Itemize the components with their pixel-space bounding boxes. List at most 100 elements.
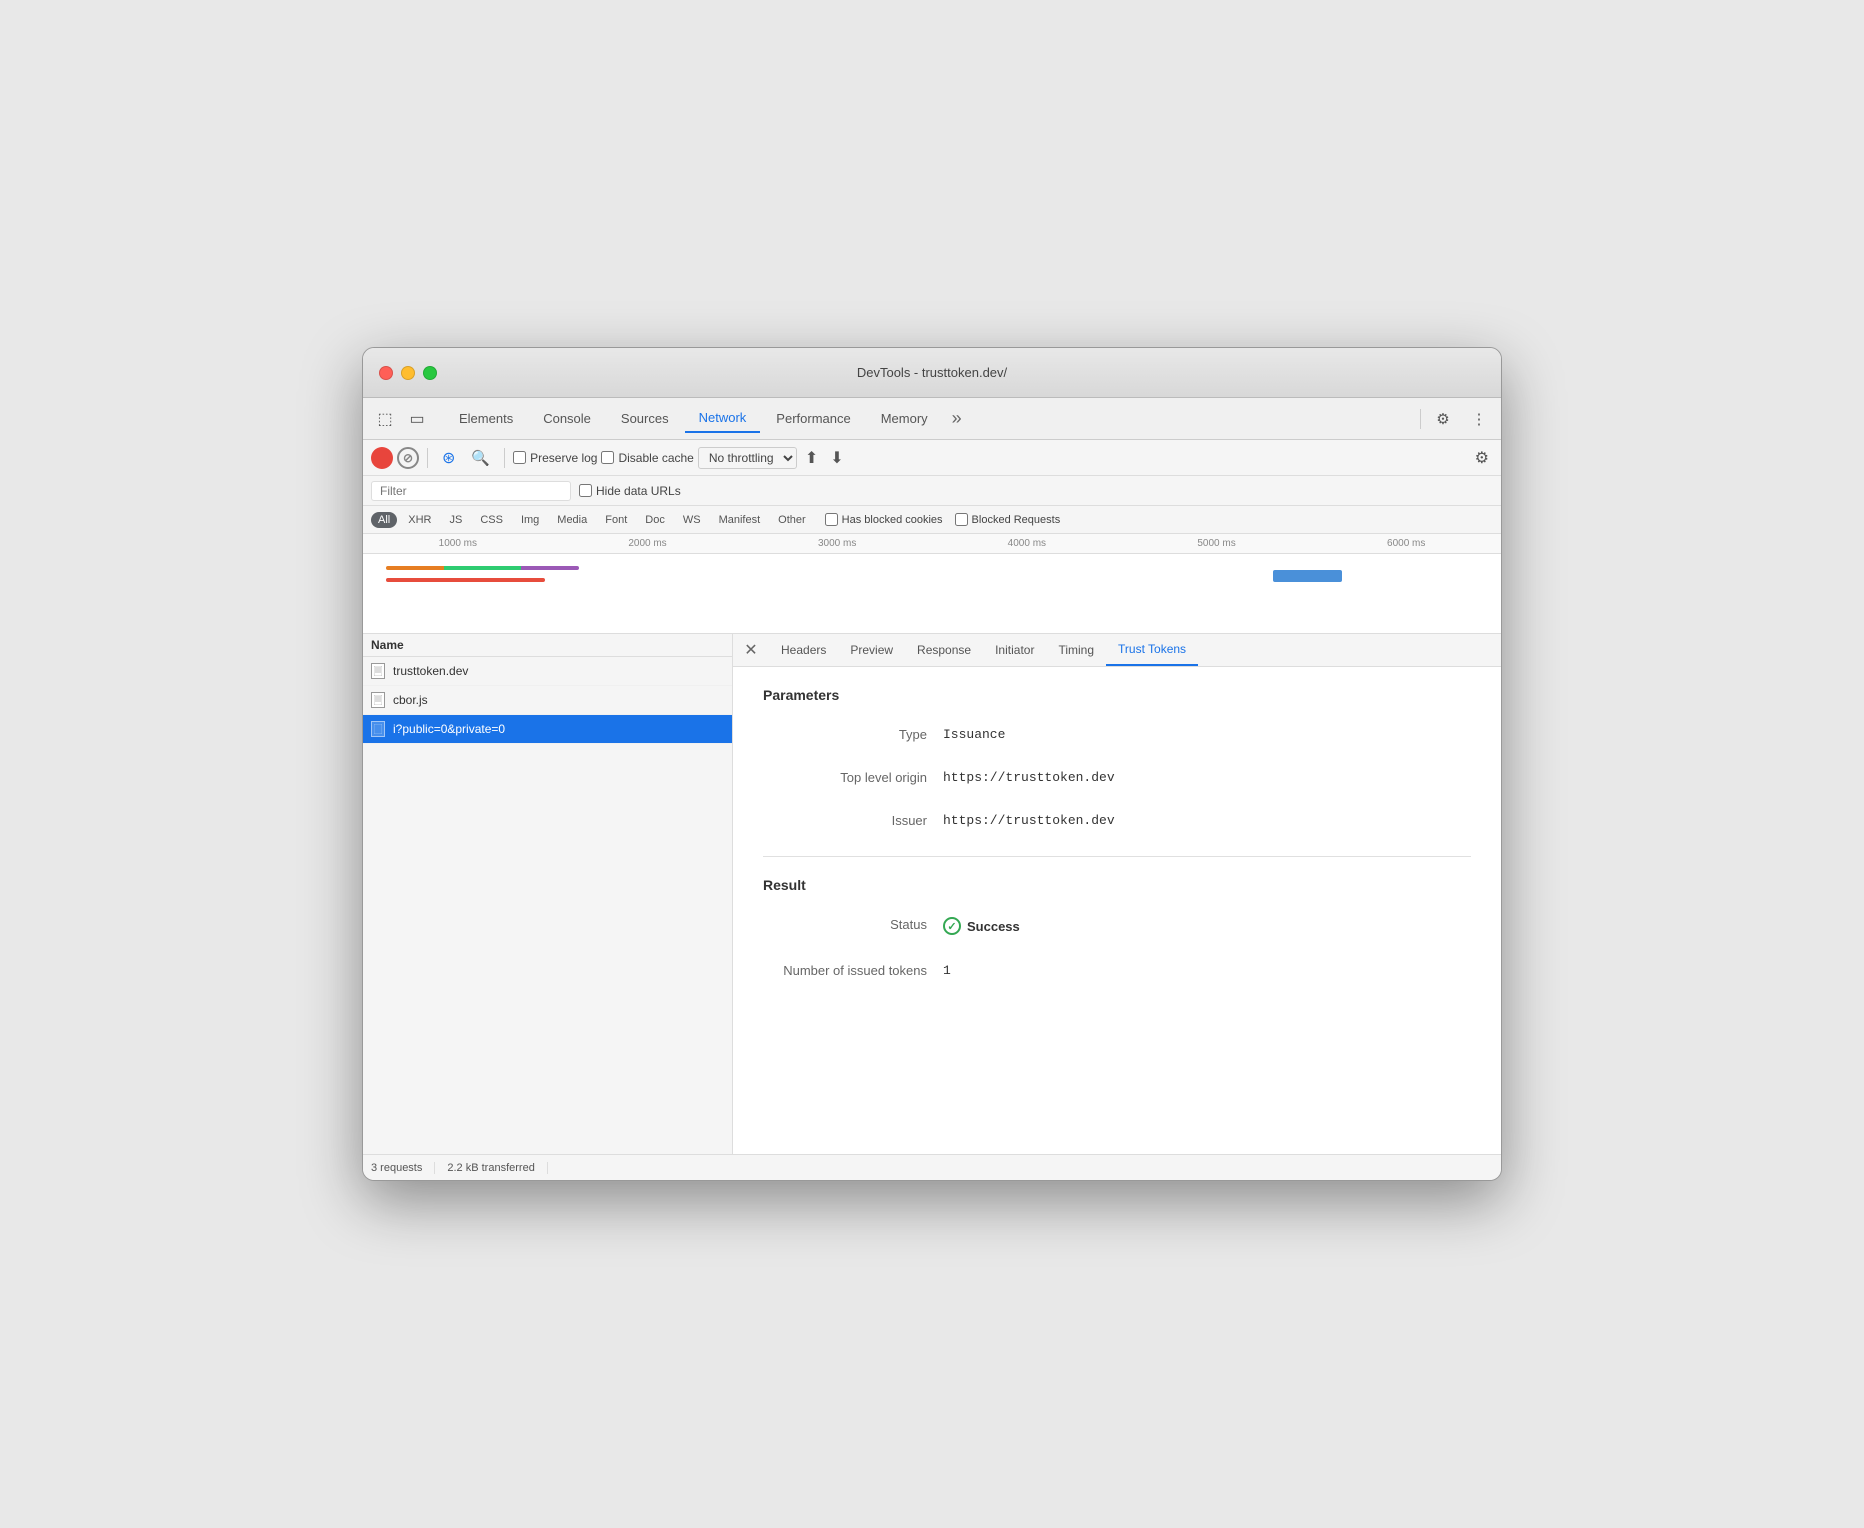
status-row: Status ✓ Success — [763, 917, 1471, 935]
parameters-section-title: Parameters — [763, 687, 1471, 703]
minimize-button[interactable] — [401, 366, 415, 380]
detail-tab-preview[interactable]: Preview — [838, 635, 905, 665]
toolbar-icons: ⬚ ▭ — [371, 405, 431, 433]
tick-6: 6000 ms — [1311, 538, 1501, 549]
hide-data-urls-label[interactable]: Hide data URLs — [579, 484, 681, 498]
maximize-button[interactable] — [423, 366, 437, 380]
transferred-size: 2.2 kB transferred — [435, 1162, 547, 1174]
issuer-label: Issuer — [763, 813, 943, 828]
detail-tab-timing[interactable]: Timing — [1046, 635, 1106, 665]
type-btn-ws[interactable]: WS — [676, 512, 708, 528]
tab-console[interactable]: Console — [529, 405, 605, 432]
type-btn-media[interactable]: Media — [550, 512, 594, 528]
status-bar: 3 requests 2.2 kB transferred — [363, 1154, 1501, 1180]
close-button[interactable] — [379, 366, 393, 380]
tick-2: 2000 ms — [553, 538, 743, 549]
issuer-row: Issuer https://trusttoken.dev — [763, 813, 1471, 828]
type-btn-xhr[interactable]: XHR — [401, 512, 438, 528]
has-blocked-cookies-checkbox[interactable] — [825, 513, 838, 526]
upload-icon-button[interactable]: ⬆ — [801, 446, 822, 470]
filter-button[interactable]: ⊛ — [436, 445, 461, 471]
device-icon-button[interactable]: ▭ — [403, 405, 431, 433]
filter-input[interactable] — [371, 481, 571, 501]
network-toolbar: ⊘ ⊛ 🔍 Preserve log Disable cache No thro… — [363, 440, 1501, 476]
more-tabs-button[interactable]: » — [944, 404, 970, 433]
disable-cache-checkbox[interactable] — [601, 451, 614, 464]
throttle-select[interactable]: No throttling — [698, 447, 797, 469]
detail-content: Parameters Type Issuance Top level origi… — [733, 667, 1501, 1154]
detail-tab-initiator[interactable]: Initiator — [983, 635, 1046, 665]
main-content: Name trusttoken.dev cbor.js i?public=0&p… — [363, 634, 1501, 1154]
type-btn-other[interactable]: Other — [771, 512, 813, 528]
type-row: Type Issuance — [763, 727, 1471, 742]
tick-1: 1000 ms — [363, 538, 553, 549]
tick-3: 3000 ms — [742, 538, 932, 549]
tick-5: 5000 ms — [1122, 538, 1312, 549]
status-text: Success — [967, 919, 1020, 934]
type-btn-all[interactable]: All — [371, 512, 397, 528]
close-panel-button[interactable]: ✕ — [741, 640, 761, 660]
divider — [1420, 409, 1421, 429]
success-icon: ✓ — [943, 917, 961, 935]
request-name-issue: i?public=0&private=0 — [393, 722, 724, 736]
request-icon-issue — [371, 721, 385, 737]
tokens-row: Number of issued tokens 1 — [763, 963, 1471, 978]
tab-memory[interactable]: Memory — [867, 405, 942, 432]
top-level-origin-value: https://trusttoken.dev — [943, 770, 1115, 785]
request-item-trusttoken[interactable]: trusttoken.dev — [363, 657, 732, 686]
status-value: ✓ Success — [943, 917, 1020, 935]
type-value: Issuance — [943, 727, 1005, 742]
cursor-icon-button[interactable]: ⬚ — [371, 405, 399, 433]
blocked-requests-checkbox[interactable] — [955, 513, 968, 526]
hide-data-urls-checkbox[interactable] — [579, 484, 592, 497]
detail-tabs: ✕ Headers Preview Response Initiator Tim… — [733, 634, 1501, 667]
result-section-title: Result — [763, 877, 1471, 893]
network-settings-button[interactable]: ⚙ — [1471, 446, 1493, 470]
detail-tab-headers[interactable]: Headers — [769, 635, 838, 665]
request-icon-cbor — [371, 692, 385, 708]
top-level-origin-row: Top level origin https://trusttoken.dev — [763, 770, 1471, 785]
tab-performance[interactable]: Performance — [762, 405, 864, 432]
type-btn-doc[interactable]: Doc — [638, 512, 672, 528]
type-label: Type — [763, 727, 943, 742]
divider1 — [427, 448, 428, 468]
main-tabs: ⬚ ▭ Elements Console Sources Network Per… — [363, 398, 1501, 440]
type-btn-js[interactable]: JS — [442, 512, 469, 528]
request-name-cbor: cbor.js — [393, 693, 724, 707]
issuer-value: https://trusttoken.dev — [943, 813, 1115, 828]
more-options-button[interactable]: ⋮ — [1465, 405, 1493, 433]
disable-cache-label[interactable]: Disable cache — [601, 451, 693, 465]
tab-network[interactable]: Network — [685, 404, 761, 433]
requests-count: 3 requests — [371, 1162, 435, 1174]
download-icon-button[interactable]: ⬇ — [826, 446, 847, 470]
type-btn-css[interactable]: CSS — [473, 512, 510, 528]
request-item-issue[interactable]: i?public=0&private=0 — [363, 715, 732, 744]
tab-sources[interactable]: Sources — [607, 405, 683, 432]
request-list-header: Name — [363, 634, 732, 657]
preserve-log-checkbox[interactable] — [513, 451, 526, 464]
record-button[interactable] — [371, 447, 393, 469]
has-blocked-cookies[interactable]: Has blocked cookies — [825, 513, 943, 526]
request-item-cbor[interactable]: cbor.js — [363, 686, 732, 715]
clear-button[interactable]: ⊘ — [397, 447, 419, 469]
type-btn-font[interactable]: Font — [598, 512, 634, 528]
preserve-log-label[interactable]: Preserve log — [513, 451, 597, 465]
blocked-requests[interactable]: Blocked Requests — [955, 513, 1061, 526]
detail-tab-response[interactable]: Response — [905, 635, 983, 665]
type-btn-img[interactable]: Img — [514, 512, 546, 528]
devtools-window: DevTools - trusttoken.dev/ ⬚ ▭ Elements … — [362, 347, 1502, 1181]
tick-4: 4000 ms — [932, 538, 1122, 549]
type-btn-manifest[interactable]: Manifest — [712, 512, 768, 528]
timeline-chart — [363, 554, 1501, 624]
detail-panel: ✕ Headers Preview Response Initiator Tim… — [733, 634, 1501, 1154]
type-filter-bar: All XHR JS CSS Img Media Font Doc WS Man… — [363, 506, 1501, 534]
tab-elements[interactable]: Elements — [445, 405, 527, 432]
status-label: Status — [763, 917, 943, 932]
titlebar: DevTools - trusttoken.dev/ — [363, 348, 1501, 398]
waterfall-bar-1 — [386, 566, 579, 570]
timeline-ruler: 1000 ms 2000 ms 3000 ms 4000 ms 5000 ms … — [363, 534, 1501, 554]
filter-bar: Hide data URLs — [363, 476, 1501, 506]
detail-tab-trust-tokens[interactable]: Trust Tokens — [1106, 634, 1198, 666]
settings-icon-button[interactable]: ⚙ — [1429, 405, 1457, 433]
search-button[interactable]: 🔍 — [465, 446, 496, 470]
